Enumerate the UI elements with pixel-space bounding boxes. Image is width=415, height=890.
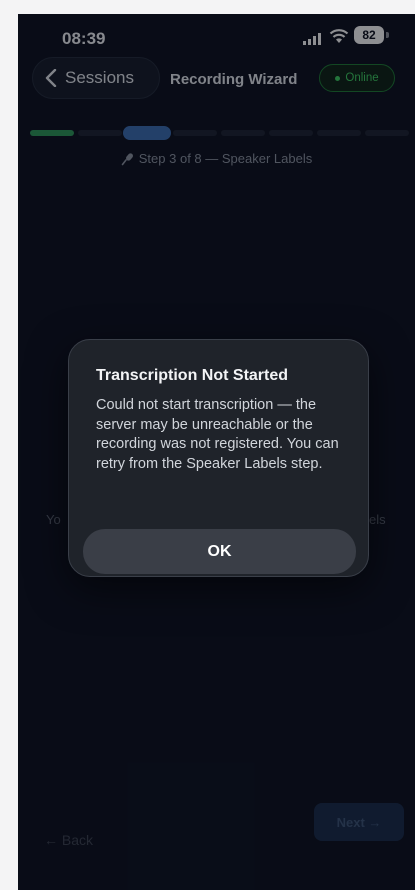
- progress-step-6: [269, 130, 313, 136]
- background-text-left: Yo: [46, 512, 61, 527]
- wifi-icon: [329, 29, 349, 43]
- page-title: Recording Wizard: [170, 71, 298, 88]
- app-screen: 08:39 82 Sessions Recording Wizard Onlin…: [18, 14, 415, 890]
- dialog-message: Could not start transcription — the serv…: [96, 397, 339, 472]
- wizard-progress: [30, 126, 415, 140]
- dialog-title: Transcription Not Started: [96, 367, 289, 384]
- progress-step-1: [30, 130, 74, 136]
- step-indicator: Step 3 of 8 — Speaker Labels: [18, 151, 415, 166]
- online-status-badge: Online: [319, 64, 395, 92]
- chevron-left-icon: [45, 69, 57, 87]
- progress-step-4: [173, 130, 217, 136]
- progress-step-5: [221, 130, 265, 136]
- progress-step-2: [78, 130, 122, 136]
- online-dot-icon: [335, 75, 341, 81]
- background-text-right: els: [369, 512, 386, 527]
- signal-icon: [303, 33, 321, 45]
- status-time: 08:39: [62, 29, 106, 48]
- battery-indicator: 82: [354, 26, 384, 44]
- progress-step-8: [365, 130, 409, 136]
- step-label-text: Step 3 of 8 — Speaker Labels: [138, 151, 313, 166]
- online-status-label: Online: [345, 72, 379, 84]
- battery-nub: [386, 32, 389, 38]
- back-button[interactable]: ← Back: [44, 832, 93, 848]
- progress-step-3: [123, 126, 171, 140]
- progress-step-7: [317, 130, 361, 136]
- back-button-label: Sessions: [65, 68, 134, 87]
- back-to-sessions-button[interactable]: Sessions: [32, 57, 160, 99]
- next-button[interactable]: Next →: [314, 803, 404, 841]
- ok-button[interactable]: OK: [83, 529, 356, 574]
- alert-dialog: Transcription Not Started Could not star…: [68, 339, 369, 577]
- microphone-icon: [121, 152, 133, 165]
